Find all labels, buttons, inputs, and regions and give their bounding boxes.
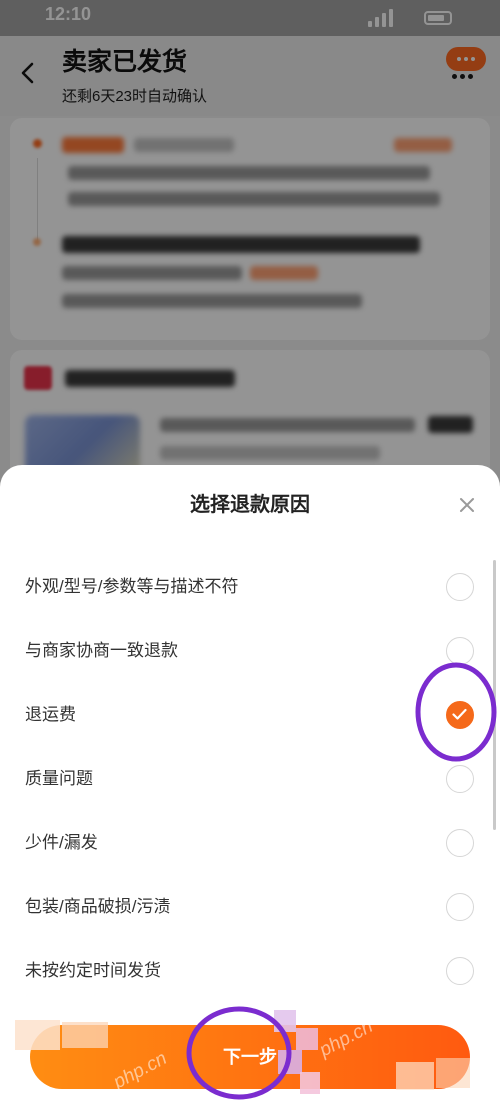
mosaic-artifact [296,1028,318,1050]
reason-option[interactable]: 少件/漏发 [0,811,500,875]
reason-option[interactable]: 包装/商品破损/污渍 [0,875,500,939]
radio-button[interactable] [446,893,474,921]
reason-option[interactable]: 未按约定时间发货 [0,939,500,1003]
mosaic-artifact [15,1020,60,1050]
reason-label: 退运费 [25,705,76,724]
close-icon[interactable] [459,497,475,513]
reason-option[interactable]: 与商家协商一致退款 [0,619,500,683]
reason-option[interactable]: 外观/型号/参数等与描述不符 [0,555,500,619]
reason-label: 包装/商品破损/污渍 [25,897,171,916]
reason-label: 外观/型号/参数等与描述不符 [25,577,239,596]
checkmark-icon [452,708,467,720]
reason-list: 外观/型号/参数等与描述不符 与商家协商一致退款 退运费 质量问题 少件/漏发 … [0,555,500,1003]
radio-button[interactable] [446,765,474,793]
radio-button[interactable] [446,573,474,601]
mosaic-artifact [300,1072,320,1094]
reason-label: 质量问题 [25,769,93,788]
mosaic-artifact [274,1010,296,1032]
reason-option[interactable]: 退运费 [0,683,500,747]
radio-button[interactable] [446,701,474,729]
radio-button[interactable] [446,957,474,985]
reason-label: 未按约定时间发货 [25,961,161,980]
mosaic-artifact [436,1058,470,1088]
refund-reason-sheet: 选择退款原因 外观/型号/参数等与描述不符 与商家协商一致退款 退运费 质量问题… [0,465,500,1111]
mosaic-artifact [396,1062,434,1090]
reason-label: 与商家协商一致退款 [25,641,178,660]
radio-button[interactable] [446,829,474,857]
radio-button[interactable] [446,637,474,665]
reason-option[interactable]: 质量问题 [0,747,500,811]
scrollbar[interactable] [493,560,496,830]
mosaic-artifact [62,1022,108,1048]
sheet-title: 选择退款原因 [190,494,310,516]
reason-label: 少件/漏发 [25,833,98,852]
mosaic-artifact [278,1050,302,1074]
